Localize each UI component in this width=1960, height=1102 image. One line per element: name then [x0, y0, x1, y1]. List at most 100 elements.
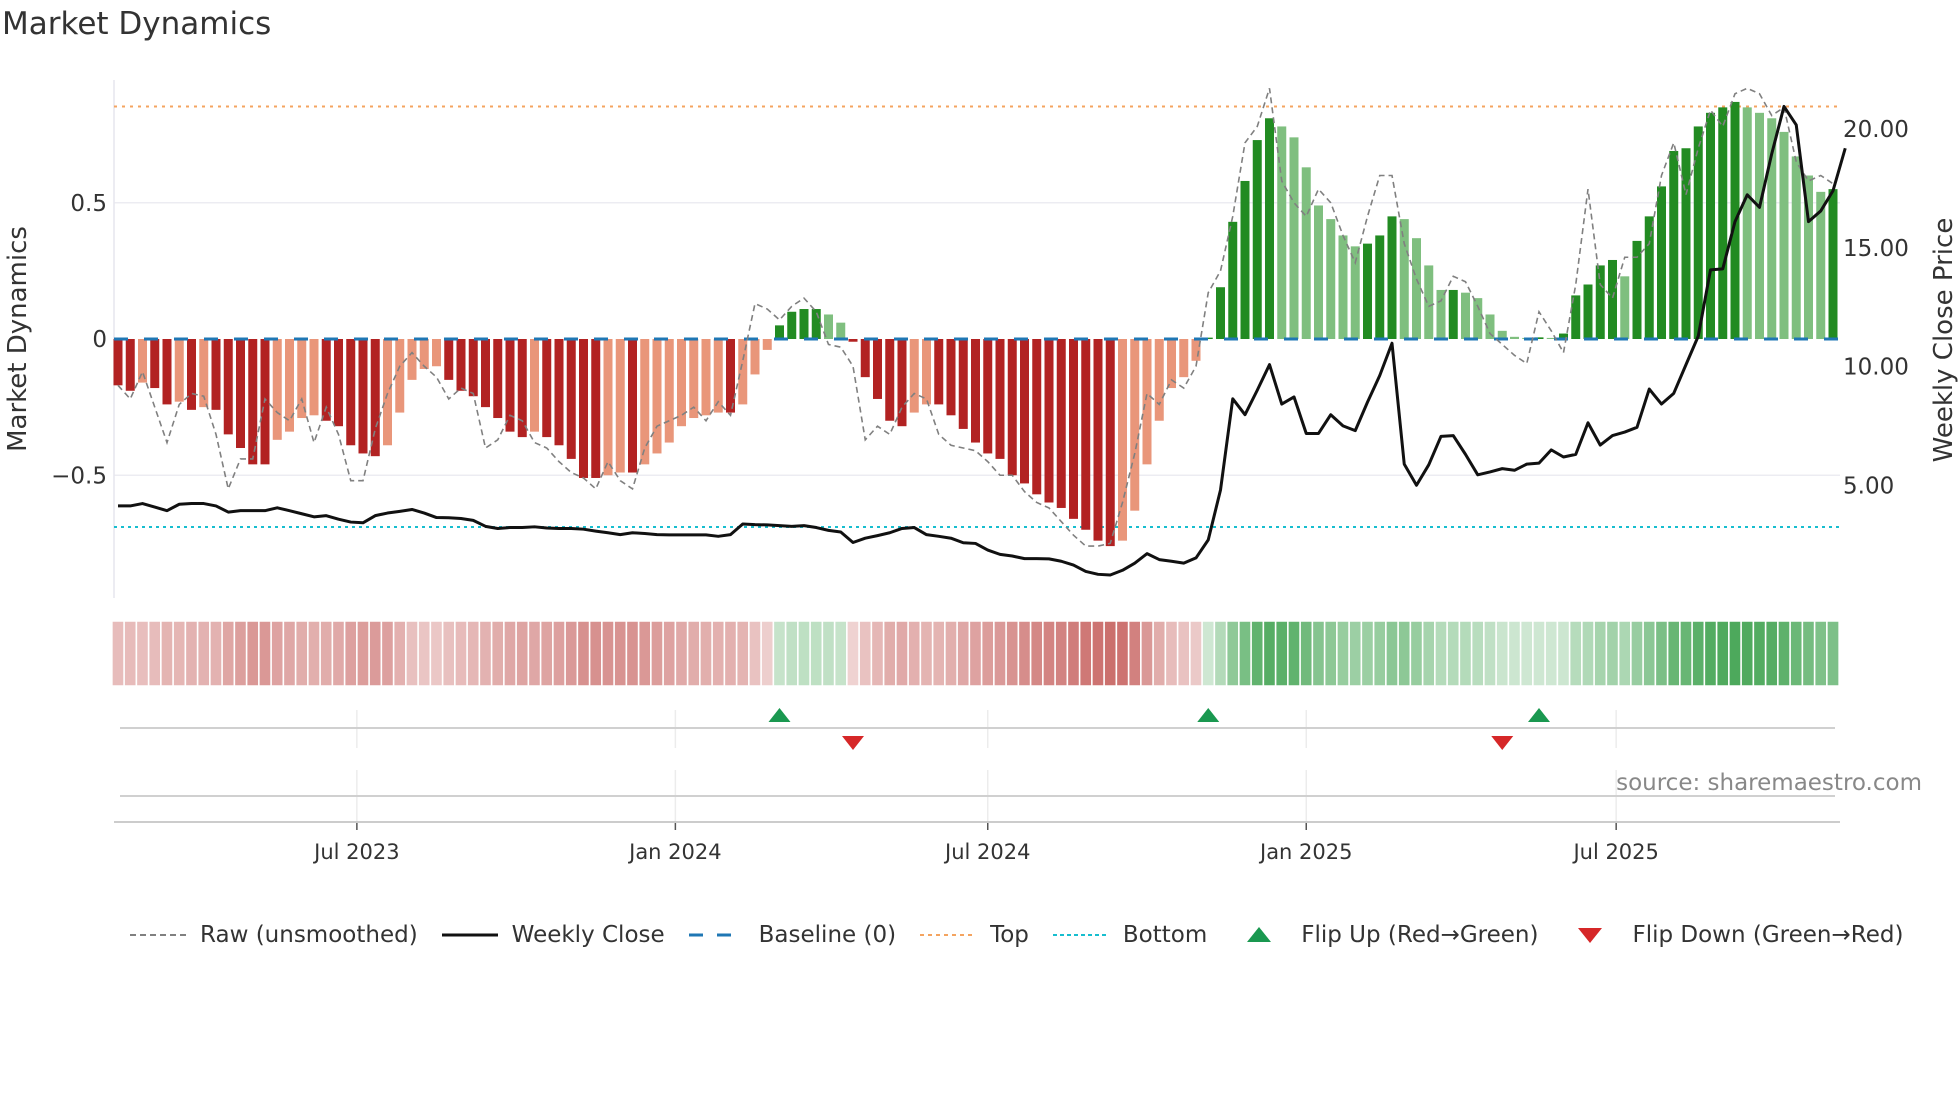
bar: [1375, 235, 1385, 339]
flip-down-icon: [1491, 736, 1514, 750]
bar: [309, 339, 319, 416]
heat-cell: [1507, 620, 1522, 687]
heat-cell: [1470, 620, 1485, 687]
bar: [836, 322, 846, 339]
bar: [419, 339, 429, 369]
bar: [628, 339, 637, 473]
bar: [358, 339, 368, 454]
y-tick-label: −0.5: [51, 463, 107, 489]
heat-cell: [833, 620, 848, 687]
heat-cell: [1568, 620, 1583, 687]
heat-cell: [1274, 620, 1289, 687]
bar: [1118, 339, 1127, 541]
bar: [1216, 287, 1225, 339]
heat-cell: [1323, 620, 1338, 687]
heat-cell: [147, 620, 162, 687]
bar: [787, 311, 797, 339]
heat-cell: [1801, 620, 1816, 687]
heat-cell: [846, 620, 860, 687]
x-tick-label: Jan 2024: [627, 840, 722, 864]
heat-cell: [1360, 620, 1375, 687]
bar: [383, 339, 392, 446]
heat-cell: [662, 620, 677, 687]
heat-cell: [1213, 620, 1228, 687]
bar: [1105, 339, 1115, 547]
bar: [1142, 339, 1152, 465]
heat-cell: [454, 620, 468, 687]
bar: [493, 339, 503, 419]
bar: [909, 339, 919, 413]
heat-cell: [576, 620, 591, 687]
heat-cell: [135, 620, 150, 687]
bar: [1412, 238, 1421, 339]
heat-cell: [282, 620, 297, 687]
heat-cell: [613, 620, 628, 687]
heat-cell: [1679, 620, 1693, 687]
heat-cell: [490, 620, 505, 687]
heat-cell: [429, 620, 444, 687]
heat-cell: [1728, 620, 1742, 687]
heat-cell: [1544, 620, 1559, 687]
triangle-down-icon: [1578, 928, 1603, 943]
heat-cell: [1642, 620, 1657, 687]
heat-cell: [1336, 620, 1350, 687]
bar: [1583, 284, 1593, 339]
bar: [1595, 265, 1605, 339]
heat-cell: [380, 620, 395, 687]
heat-cell: [245, 620, 260, 687]
heat-cell: [870, 620, 885, 687]
heat-cell: [1581, 620, 1595, 687]
heat-cell: [907, 620, 922, 687]
heat-cell: [1152, 620, 1167, 687]
heat-cell: [735, 620, 750, 687]
heat-cell: [1311, 620, 1326, 687]
bar: [664, 339, 674, 443]
bar: [1399, 219, 1409, 339]
y-tick-label: 0: [92, 327, 107, 353]
bar: [1620, 276, 1630, 339]
y-tick-label: 0.5: [70, 191, 107, 217]
heat-cell: [1691, 620, 1706, 687]
heat-cell: [307, 620, 321, 687]
flip-down-icon: [842, 736, 864, 750]
heat-cell: [1789, 620, 1804, 687]
heat-cell: [160, 620, 174, 687]
triangle-up-icon: [1247, 927, 1272, 942]
heat-cell: [319, 620, 334, 687]
bar: [395, 339, 405, 413]
bar: [1363, 243, 1372, 339]
heat-cell: [980, 620, 995, 687]
heat-cell: [1127, 620, 1142, 687]
bar: [1473, 298, 1483, 339]
heat-cell: [1458, 620, 1473, 687]
bar: [860, 339, 870, 378]
bar: [762, 339, 772, 350]
bar: [542, 339, 552, 438]
legend-item-flipdown: Flip Down (Green→Red): [1560, 922, 1903, 948]
bar: [1742, 107, 1752, 339]
legend-label: Baseline (0): [758, 922, 897, 948]
heat-cell: [1042, 620, 1056, 687]
heat-cell: [1813, 620, 1828, 687]
bar: [934, 339, 944, 405]
bar: [1718, 107, 1728, 339]
heat-cell: [1299, 620, 1314, 687]
bar: [444, 339, 454, 380]
heat-cell: [1238, 620, 1252, 687]
heat-cell: [1005, 620, 1020, 687]
bar: [1069, 339, 1078, 519]
bar: [346, 339, 356, 446]
heat-cell: [1434, 620, 1448, 687]
heat-cell: [919, 620, 934, 687]
y2-tick-label: 5.00: [1843, 473, 1894, 499]
bar: [1314, 205, 1323, 339]
heat-cell: [1385, 620, 1399, 687]
heat-cell: [674, 620, 689, 687]
heat-cell: [1287, 620, 1301, 687]
bar: [223, 339, 233, 435]
heat-cell: [1764, 620, 1779, 687]
bar: [983, 339, 993, 454]
bar: [456, 339, 466, 391]
bar: [701, 339, 711, 416]
bar: [1081, 339, 1091, 530]
